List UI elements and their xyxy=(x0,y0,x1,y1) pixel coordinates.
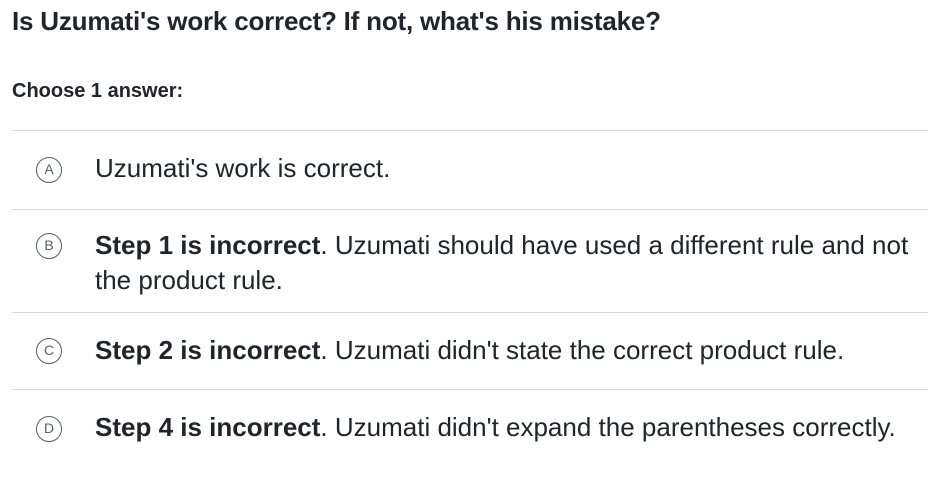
choice-c-label: . Uzumati didn't state the correct produ… xyxy=(320,335,845,365)
answer-choice-b[interactable]: B Step 1 is incorrect. Uzumati should ha… xyxy=(12,210,928,313)
answer-instructions: Choose 1 answer: xyxy=(12,80,184,102)
choice-c-text: Step 2 is incorrect. Uzumati didn't stat… xyxy=(95,333,924,368)
choice-c-bold-label: Step 2 is incorrect xyxy=(95,335,321,365)
choice-d-bold-label: Step 4 is incorrect xyxy=(95,412,321,442)
question-prompt: Is Uzumati's work correct? If not, what'… xyxy=(12,6,661,36)
choice-b-bold-label: Step 1 is incorrect xyxy=(95,230,321,260)
answer-choice-c[interactable]: C Step 2 is incorrect. Uzumati didn't st… xyxy=(12,313,928,390)
choice-d-text: Step 4 is incorrect. Uzumati didn't expa… xyxy=(95,410,924,445)
answer-choice-d[interactable]: D Step 4 is incorrect. Uzumati didn't ex… xyxy=(12,390,928,486)
choice-letter-b-icon: B xyxy=(36,233,62,259)
choice-d-label: . Uzumati didn't expand the parentheses … xyxy=(320,412,896,442)
answer-choice-a[interactable]: A Uzumati's work is correct. xyxy=(12,131,928,210)
choice-b-text: Step 1 is incorrect. Uzumati should have… xyxy=(95,228,924,298)
answer-choice-list: A Uzumati's work is correct. B Step 1 is… xyxy=(12,130,928,486)
choice-letter-d-icon: D xyxy=(36,416,62,442)
choice-letter-a-icon: A xyxy=(36,157,62,183)
choice-a-label: Uzumati's work is correct. xyxy=(95,153,391,183)
choice-letter-c-icon: C xyxy=(36,338,62,364)
choice-a-text: Uzumati's work is correct. xyxy=(95,151,924,186)
